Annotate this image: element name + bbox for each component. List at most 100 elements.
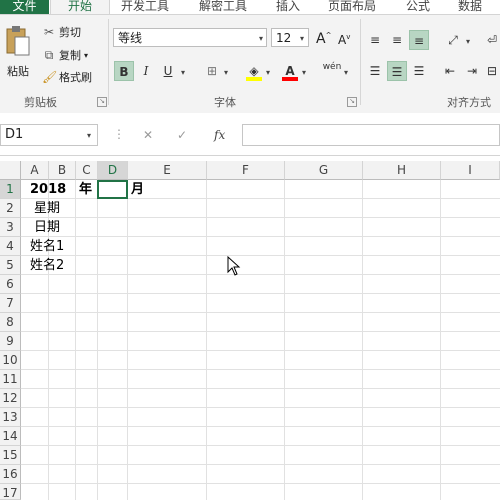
gridline <box>97 180 98 500</box>
borders-dropdown-icon[interactable]: ▾ <box>224 68 228 77</box>
row-header-14[interactable]: 14 <box>0 427 21 446</box>
align-top-button[interactable]: ≡ <box>365 30 385 50</box>
align-middle-button[interactable]: ≡ <box>387 30 407 50</box>
row-header-10[interactable]: 10 <box>0 351 21 370</box>
name-box-dropdown-icon[interactable]: ▾ <box>87 131 91 140</box>
cell-a3[interactable]: 日期 <box>34 218 60 237</box>
gridline <box>362 180 363 500</box>
more-dots-icon: ⋮ <box>113 127 125 141</box>
column-header-d[interactable]: D <box>98 161 128 180</box>
cell-a4[interactable]: 姓名1 <box>30 237 64 256</box>
borders-button[interactable]: ⊞ <box>202 61 222 81</box>
tab-developer[interactable]: 开发工具 <box>121 0 169 14</box>
tab-decrypt-tools[interactable]: 解密工具 <box>199 0 247 14</box>
column-header-f[interactable]: F <box>207 161 285 180</box>
orientation-button[interactable]: ⤢ <box>443 30 463 50</box>
selected-cell-d1[interactable] <box>97 180 128 199</box>
italic-button[interactable]: I <box>136 61 156 81</box>
cell-a1[interactable]: 2018 <box>30 180 66 199</box>
copy-dropdown-icon[interactable]: ▾ <box>84 51 88 60</box>
font-name-select[interactable]: 等线 <box>113 28 267 47</box>
tab-data[interactable]: 数据 <box>458 0 482 14</box>
formula-input[interactable] <box>242 124 500 146</box>
row-header-13[interactable]: 13 <box>0 408 21 427</box>
enter-icon[interactable]: ✓ <box>177 128 187 142</box>
column-header-b[interactable]: B <box>49 161 76 180</box>
merge-center-icon: ⊟ <box>486 64 498 78</box>
row-header-7[interactable]: 7 <box>0 294 21 313</box>
decrease-indent-button[interactable]: ⇤ <box>440 61 460 81</box>
cell-a2[interactable]: 星期 <box>34 199 60 218</box>
row-header-4[interactable]: 4 <box>0 237 21 256</box>
fill-color-dropdown-icon[interactable]: ▾ <box>266 68 270 77</box>
paste-button[interactable]: 粘贴 <box>4 25 32 79</box>
gridline <box>21 217 500 218</box>
tab-page-layout[interactable]: 页面布局 <box>328 0 376 14</box>
align-left-icon: ☰ <box>369 64 381 78</box>
font-color-button[interactable]: A <box>280 61 300 81</box>
phonetic-dropdown-icon[interactable]: ▾ <box>344 68 348 77</box>
row-header-15[interactable]: 15 <box>0 446 21 465</box>
align-center-button[interactable]: ☰ <box>387 61 407 81</box>
copy-label: 复制 <box>59 49 81 62</box>
row-header-11[interactable]: 11 <box>0 370 21 389</box>
font-name-dropdown-icon[interactable]: ▾ <box>259 34 263 43</box>
row-header-5[interactable]: 5 <box>0 256 21 275</box>
increase-indent-button[interactable]: ⇥ <box>462 61 482 81</box>
merge-center-button[interactable]: ⊟ <box>482 61 500 81</box>
font-size-dropdown-icon[interactable]: ▾ <box>300 34 304 43</box>
cell-a5[interactable]: 姓名2 <box>30 256 64 275</box>
underline-button[interactable]: U <box>158 61 178 81</box>
column-header-c[interactable]: C <box>76 161 98 180</box>
brush-icon: 🖌 <box>42 70 58 84</box>
clipboard-launcher-icon[interactable]: ↘ <box>97 97 107 107</box>
column-header-e[interactable]: E <box>128 161 207 180</box>
row-header-12[interactable]: 12 <box>0 389 21 408</box>
clipboard-group-label: 剪贴板 <box>24 96 57 109</box>
gridline <box>21 198 500 199</box>
name-box[interactable]: D1 <box>0 124 98 146</box>
fill-color-button[interactable]: ◈ <box>244 61 264 81</box>
row-header-17[interactable]: 17 <box>0 484 21 500</box>
insert-function-button[interactable]: fx <box>214 128 225 142</box>
cell-c1[interactable]: 年 <box>79 180 92 199</box>
cut-button[interactable]: ✂ 剪切 <box>42 24 81 40</box>
column-header-h[interactable]: H <box>363 161 441 180</box>
cell-e1[interactable]: 月 <box>131 180 144 199</box>
row-header-9[interactable]: 9 <box>0 332 21 351</box>
copy-button[interactable]: ⧉ 复制 ▾ <box>42 47 88 63</box>
grow-font-button[interactable]: A^ <box>316 31 331 47</box>
tab-insert[interactable]: 插入 <box>276 0 300 14</box>
gridline <box>21 426 500 427</box>
row-header-16[interactable]: 16 <box>0 465 21 484</box>
cancel-icon[interactable]: ✕ <box>143 128 153 142</box>
font-color-dropdown-icon[interactable]: ▾ <box>302 68 306 77</box>
row-header-3[interactable]: 3 <box>0 218 21 237</box>
align-right-button[interactable]: ☰ <box>409 61 429 81</box>
font-group-label: 字体 <box>214 96 236 109</box>
font-launcher-icon[interactable]: ↘ <box>347 97 357 107</box>
row-header-1[interactable]: 1 <box>0 180 21 199</box>
tab-file[interactable]: 文件 <box>0 0 49 14</box>
gridline <box>21 274 500 275</box>
wrap-text-button[interactable]: ⏎ <box>482 30 500 50</box>
tab-formulas[interactable]: 公式 <box>406 0 430 14</box>
column-header-g[interactable]: G <box>285 161 363 180</box>
wrap-text-icon: ⏎ <box>486 33 498 47</box>
row-header-8[interactable]: 8 <box>0 313 21 332</box>
column-header-a[interactable]: A <box>21 161 49 180</box>
phonetic-button[interactable]: wén <box>322 61 342 81</box>
row-header-6[interactable]: 6 <box>0 275 21 294</box>
select-all-corner[interactable] <box>0 161 21 180</box>
underline-dropdown-icon[interactable]: ▾ <box>181 68 185 77</box>
font-color-swatch <box>282 77 298 81</box>
tab-home[interactable]: 开始 <box>50 0 110 14</box>
format-painter-button[interactable]: 🖌 格式刷 <box>42 69 92 85</box>
row-header-2[interactable]: 2 <box>0 199 21 218</box>
align-bottom-button[interactable]: ≡ <box>409 30 429 50</box>
bold-button[interactable]: B <box>114 61 134 81</box>
align-left-button[interactable]: ☰ <box>365 61 385 81</box>
column-header-i[interactable]: I <box>441 161 500 180</box>
shrink-font-button[interactable]: Av <box>338 33 350 47</box>
orientation-dropdown-icon[interactable]: ▾ <box>466 37 470 46</box>
